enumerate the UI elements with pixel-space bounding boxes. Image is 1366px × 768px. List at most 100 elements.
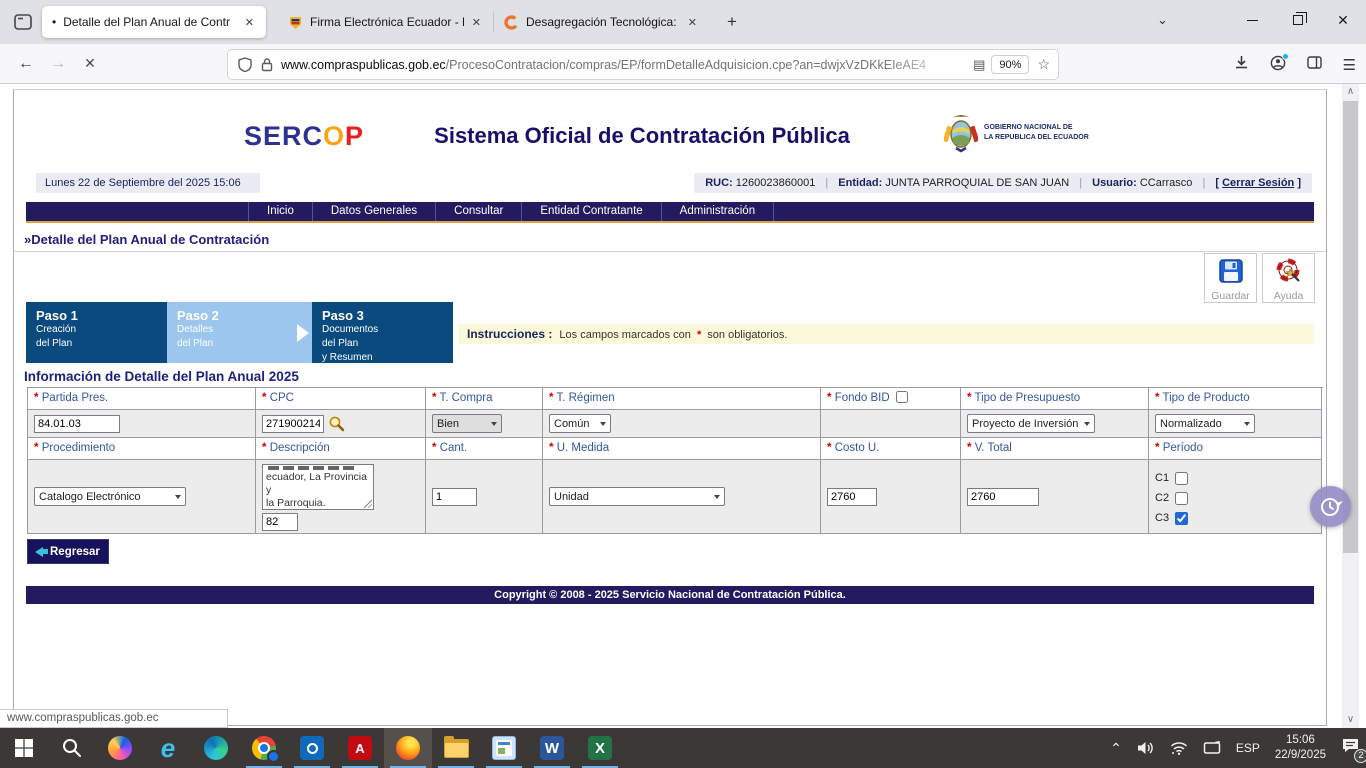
sidebar-icon[interactable] [1307, 55, 1322, 74]
cantidad-input[interactable] [432, 488, 477, 506]
taskbar-excel-icon[interactable]: X [576, 728, 624, 768]
tipo-presupuesto-select[interactable]: Proyecto de Inversión [967, 414, 1095, 433]
downloads-icon[interactable] [1234, 55, 1249, 74]
url-text: www.compraspublicas.gob.ec/ProcesoContra… [281, 58, 967, 72]
stop-loading-icon[interactable]: ✕ [74, 55, 106, 72]
menu-item-inicio[interactable]: Inicio [248, 202, 312, 221]
back-icon[interactable]: ← [10, 55, 42, 73]
descripcion-extra-input[interactable] [262, 513, 298, 531]
tab-firma-electronica[interactable]: Firma Electrónica Ecuador - Firm ✕ [278, 6, 493, 38]
heading-rule [14, 251, 1326, 252]
taskbar-document-viewer-icon[interactable] [480, 728, 528, 768]
tray-chevron-icon[interactable]: ⌃ [1110, 740, 1122, 757]
cell-u-medida: Unidad [543, 460, 821, 534]
notification-count-badge: 2 [1354, 749, 1366, 763]
menu-item-entidad-contratante[interactable]: Entidad Contratante [521, 202, 660, 221]
url-bar[interactable]: www.compraspublicas.gob.ec/ProcesoContra… [228, 50, 1058, 79]
taskbar-acrobat-icon[interactable]: A [336, 728, 384, 768]
wifi-icon[interactable] [1170, 741, 1188, 755]
t-compra-select[interactable]: Bien [432, 414, 502, 433]
taskbar-word-icon[interactable]: W [528, 728, 576, 768]
ecuador-shield-favicon [288, 15, 303, 30]
procedimiento-select[interactable]: Catalogo Electrónico [34, 487, 186, 506]
page-scrollbar[interactable]: ∧ ∨ [1342, 84, 1359, 728]
periodo-c1-checkbox[interactable] [1175, 472, 1188, 485]
cpc-input[interactable] [262, 415, 324, 433]
taskbar-edge-icon[interactable] [192, 728, 240, 768]
header-t-regimen: * T. Régimen [543, 388, 821, 410]
breadcrumb: »Detalle del Plan Anual de Contratación [24, 232, 269, 247]
close-tab-icon[interactable]: ✕ [684, 14, 701, 31]
partida-input[interactable] [34, 415, 120, 433]
tab-list-chevron-icon[interactable]: ⌄ [1157, 12, 1168, 28]
start-button[interactable] [0, 728, 48, 768]
firefox-view-icon[interactable] [8, 7, 38, 37]
connect-display-icon[interactable] [1203, 741, 1221, 756]
reader-mode-icon[interactable]: ▤ [973, 57, 985, 73]
orange-ring-favicon [504, 15, 519, 30]
periodo-c2-checkbox[interactable] [1175, 492, 1188, 505]
taskbar-firefox-icon[interactable] [384, 728, 432, 768]
menu-hamburger-icon[interactable]: ☰ [1343, 56, 1356, 74]
account-icon[interactable] [1270, 55, 1286, 75]
close-tab-icon[interactable]: ✕ [468, 14, 485, 31]
site-container: SERCOP Sistema Oficial de Contratación P… [13, 89, 1327, 726]
u-medida-select[interactable]: Unidad [549, 487, 725, 506]
cell-procedimiento: Catalogo Electrónico [28, 460, 256, 534]
valor-total-input[interactable] [967, 488, 1039, 506]
taskbar-chrome-icon[interactable] [240, 728, 288, 768]
cell-t-regimen: Común [543, 410, 821, 438]
section-title: Información de Detalle del Plan Anual 20… [24, 369, 299, 384]
action-center-icon[interactable]: 2 [1341, 737, 1360, 759]
costo-unitario-input[interactable] [827, 488, 877, 506]
new-tab-button[interactable]: + [719, 10, 745, 34]
scroll-down-icon[interactable]: ∨ [1342, 712, 1359, 728]
zoom-level-chip[interactable]: 90% [991, 55, 1029, 74]
periodo-c3-checkbox[interactable] [1175, 512, 1188, 525]
menu-item-datos-generales[interactable]: Datos Generales [312, 202, 435, 221]
taskbar-file-explorer-icon[interactable] [432, 728, 480, 768]
window-minimize-button[interactable] [1229, 0, 1275, 40]
session-bar: RUC: 1260023860001 | Entidad: JUNTA PARR… [694, 173, 1312, 193]
tracking-shield-icon [238, 57, 252, 72]
menu-item-administracion[interactable]: Administración [661, 202, 774, 221]
site-footer: Copyright © 2008 - 2025 Servicio Naciona… [26, 586, 1314, 604]
tab-desagregacion[interactable]: Desagregación Tecnológica: Cál ✕ [494, 6, 709, 38]
wizard-step-2-active[interactable]: Paso 2 Detalles del Plan [167, 302, 312, 363]
tipo-producto-select[interactable]: Normalizado [1155, 414, 1255, 433]
cell-cpc [256, 410, 426, 438]
windows-taskbar: e A W X ⌃ ESP 15:06 22/9/2025 2 [0, 728, 1366, 768]
cell-tipo-producto: Normalizado [1149, 410, 1322, 438]
tray-clock[interactable]: 15:06 22/9/2025 [1275, 733, 1326, 763]
taskbar-search-icon[interactable] [48, 728, 96, 768]
save-button[interactable]: Guardar [1204, 253, 1257, 303]
cell-periodo: C1 C2 C3 [1149, 460, 1322, 534]
help-button[interactable]: Ayuda [1262, 253, 1315, 303]
bookmark-star-icon[interactable]: ☆ [1037, 56, 1050, 73]
taskbar-internet-explorer-icon[interactable]: e [144, 728, 192, 768]
scroll-up-icon[interactable]: ∧ [1342, 84, 1359, 100]
language-indicator[interactable]: ESP [1236, 741, 1260, 755]
wizard-step-1[interactable]: Paso 1 Creación del Plan [26, 302, 167, 363]
logout-link[interactable]: Cerrar Sesión [1222, 177, 1294, 189]
wizard-step-3[interactable]: Paso 3 Documentos del Plan y Resumen [312, 302, 453, 363]
t-regimen-select[interactable]: Común [549, 414, 611, 433]
taskbar-copilot-icon[interactable] [96, 728, 144, 768]
scrollbar-thumb[interactable] [1343, 101, 1358, 553]
tab-detalle-plan[interactable]: • Detalle del Plan Anual de Contr ✕ [42, 6, 266, 38]
fondo-bid-checkbox[interactable] [896, 391, 908, 403]
plan-detail-form: * Partida Pres. * CPC * T. Compra * T. R… [27, 387, 1323, 534]
web-page: SERCOP Sistema Oficial de Contratación P… [0, 85, 1366, 728]
regresar-button[interactable]: Regresar [27, 539, 109, 564]
floating-clock-widget[interactable] [1310, 486, 1351, 527]
close-tab-icon[interactable]: ✕ [241, 14, 258, 31]
header-fondo-bid: * Fondo BID [821, 388, 961, 410]
taskbar-outlook-icon[interactable] [288, 728, 336, 768]
window-close-button[interactable]: ✕ [1320, 0, 1366, 40]
descripcion-textarea[interactable]: ecuador, La Provincia y la Parroquia. [262, 464, 374, 510]
speaker-icon[interactable] [1137, 740, 1155, 756]
cpc-search-icon[interactable] [328, 415, 345, 432]
header-periodo: * Período [1149, 438, 1322, 460]
window-restore-button[interactable] [1275, 0, 1321, 40]
menu-item-consultar[interactable]: Consultar [435, 202, 521, 221]
